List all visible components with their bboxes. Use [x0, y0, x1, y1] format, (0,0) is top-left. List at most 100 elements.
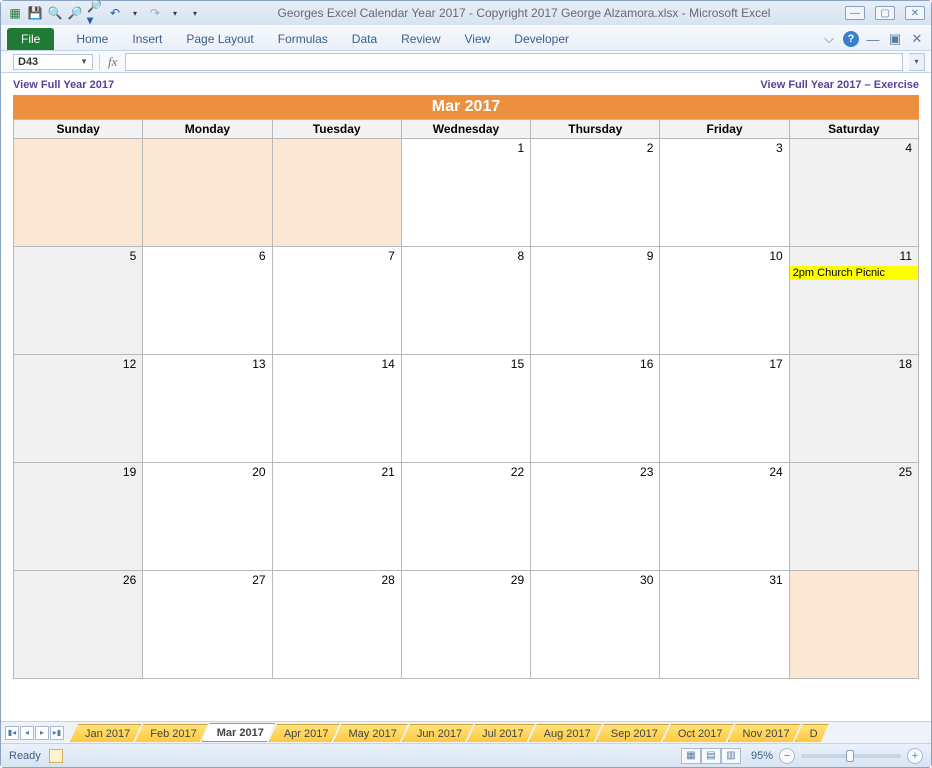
sheet-tab[interactable]: Aug 2017	[529, 724, 602, 742]
calendar-cell[interactable]: 3	[660, 139, 789, 247]
ribbon-tab-data[interactable]: Data	[340, 28, 389, 50]
maximize-button[interactable]: ▢	[875, 6, 895, 20]
ribbon-right-controls: ⌵ ? — ▣ ✕	[821, 31, 925, 50]
undo-dropdown-icon[interactable]: ▾	[127, 5, 143, 21]
formula-input[interactable]	[125, 53, 903, 71]
calendar-cell[interactable]: 24	[660, 463, 789, 571]
sheet-tab[interactable]: Jan 2017	[70, 724, 141, 742]
sheet-nav-last-icon[interactable]: ▸▮	[50, 726, 64, 740]
ribbon-tab-page-layout[interactable]: Page Layout	[174, 28, 265, 50]
calendar-cell[interactable]: 2	[531, 139, 660, 247]
sheet-tab[interactable]: Feb 2017	[135, 724, 207, 742]
calendar-cell[interactable]: 8	[401, 247, 530, 355]
sheet-tab[interactable]: Nov 2017	[728, 724, 801, 742]
zoom-in-button[interactable]: +	[907, 748, 923, 764]
ribbon-collapse-icon[interactable]: ⌵	[821, 31, 837, 47]
ribbon-tab-insert[interactable]: Insert	[120, 28, 174, 50]
calendar-cell[interactable]: 25	[789, 463, 918, 571]
status-bar: Ready ▦ ▤ ▥ 95% − +	[1, 743, 931, 767]
day-header: Thursday	[531, 120, 660, 139]
sheet-nav-prev-icon[interactable]: ◂	[20, 726, 34, 740]
calendar-cell[interactable]: 10	[660, 247, 789, 355]
minimize-button[interactable]: —	[845, 6, 865, 20]
find-dropdown-icon[interactable]: 🔎▾	[87, 5, 103, 21]
calendar-cell[interactable]: 5	[14, 247, 143, 355]
zoom-slider[interactable]	[801, 754, 901, 758]
file-tab[interactable]: File	[7, 28, 54, 50]
ribbon-tab-developer[interactable]: Developer	[502, 28, 581, 50]
redo-icon[interactable]: ↷	[147, 5, 163, 21]
calendar-cell[interactable]	[272, 139, 401, 247]
ribbon-tab-view[interactable]: View	[453, 28, 503, 50]
calendar-cell[interactable]: 31	[660, 571, 789, 679]
calendar-cell[interactable]: 16	[531, 355, 660, 463]
undo-icon[interactable]: ↶	[107, 5, 123, 21]
qat-customize-icon[interactable]: ▾	[187, 5, 203, 21]
workbook-close-icon[interactable]: ✕	[909, 31, 925, 47]
sheet-tab[interactable]: Oct 2017	[663, 724, 734, 742]
day-number: 4	[790, 139, 918, 157]
calendar-cell[interactable]: 26	[14, 571, 143, 679]
view-full-year-link[interactable]: View Full Year 2017	[13, 79, 114, 91]
ribbon-tab-home[interactable]: Home	[64, 28, 120, 50]
calendar-cell[interactable]: 21	[272, 463, 401, 571]
help-icon[interactable]: ?	[843, 31, 859, 47]
calendar-cell[interactable]: 7	[272, 247, 401, 355]
zoom-icon[interactable]: 🔍	[47, 5, 63, 21]
name-box-dropdown-icon[interactable]: ▼	[80, 57, 88, 66]
day-number: 3	[660, 139, 788, 157]
calendar-cell[interactable]: 29	[401, 571, 530, 679]
find-icon[interactable]: 🔎	[67, 5, 83, 21]
calendar-cell[interactable]: 17	[660, 355, 789, 463]
calendar-cell[interactable]: 6	[143, 247, 272, 355]
calendar-cell[interactable]: 18	[789, 355, 918, 463]
calendar-cell[interactable]: 14	[272, 355, 401, 463]
calendar-cell[interactable]: 28	[272, 571, 401, 679]
sheet-tab[interactable]: Jul 2017	[467, 724, 535, 742]
ribbon-tab-formulas[interactable]: Formulas	[266, 28, 340, 50]
name-box[interactable]: D43 ▼	[13, 54, 93, 70]
workbook-restore-icon[interactable]: ▣	[887, 31, 903, 47]
sheet-tab[interactable]: May 2017	[334, 724, 408, 742]
formula-bar-expand-icon[interactable]: ▾	[909, 53, 925, 71]
sheet-tab-partial[interactable]: D	[795, 724, 829, 742]
calendar-cell[interactable]	[789, 571, 918, 679]
page-layout-view-button[interactable]: ▤	[701, 748, 721, 764]
zoom-slider-thumb[interactable]	[846, 750, 854, 762]
calendar-cell[interactable]: 20	[143, 463, 272, 571]
save-icon[interactable]: 💾	[27, 5, 43, 21]
calendar-cell[interactable]: 27	[143, 571, 272, 679]
sheet-tab[interactable]: Sep 2017	[596, 724, 669, 742]
calendar-cell[interactable]: 1	[401, 139, 530, 247]
redo-dropdown-icon[interactable]: ▾	[167, 5, 183, 21]
calendar-cell[interactable]: 19	[14, 463, 143, 571]
zoom-level[interactable]: 95%	[751, 750, 773, 762]
calendar-cell[interactable]	[143, 139, 272, 247]
calendar-cell[interactable]	[14, 139, 143, 247]
workbook-minimize-icon[interactable]: —	[865, 31, 881, 47]
sheet-nav-next-icon[interactable]: ▸	[35, 726, 49, 740]
calendar-cell[interactable]: 13	[143, 355, 272, 463]
sheet-tab[interactable]: Jun 2017	[402, 724, 473, 742]
normal-view-button[interactable]: ▦	[681, 748, 701, 764]
zoom-out-button[interactable]: −	[779, 748, 795, 764]
close-button[interactable]: ✕	[905, 6, 925, 20]
macro-record-icon[interactable]	[49, 749, 63, 763]
calendar-cell[interactable]: 4	[789, 139, 918, 247]
fx-icon[interactable]: fx	[99, 54, 125, 70]
calendar-cell[interactable]: 23	[531, 463, 660, 571]
sheet-tab[interactable]: Mar 2017	[202, 723, 275, 742]
calendar-cell[interactable]: 112pm Church Picnic	[789, 247, 918, 355]
sheet-tab[interactable]: Apr 2017	[269, 724, 340, 742]
calendar-cell[interactable]: 9	[531, 247, 660, 355]
calendar-cell[interactable]: 30	[531, 571, 660, 679]
day-number: 26	[14, 571, 142, 589]
ribbon-tab-review[interactable]: Review	[389, 28, 452, 50]
calendar-event[interactable]: 2pm Church Picnic	[790, 266, 918, 280]
view-full-year-exercise-link[interactable]: View Full Year 2017 – Exercise	[760, 79, 919, 91]
calendar-cell[interactable]: 15	[401, 355, 530, 463]
page-break-view-button[interactable]: ▥	[721, 748, 741, 764]
calendar-cell[interactable]: 12	[14, 355, 143, 463]
sheet-nav-first-icon[interactable]: ▮◂	[5, 726, 19, 740]
calendar-cell[interactable]: 22	[401, 463, 530, 571]
